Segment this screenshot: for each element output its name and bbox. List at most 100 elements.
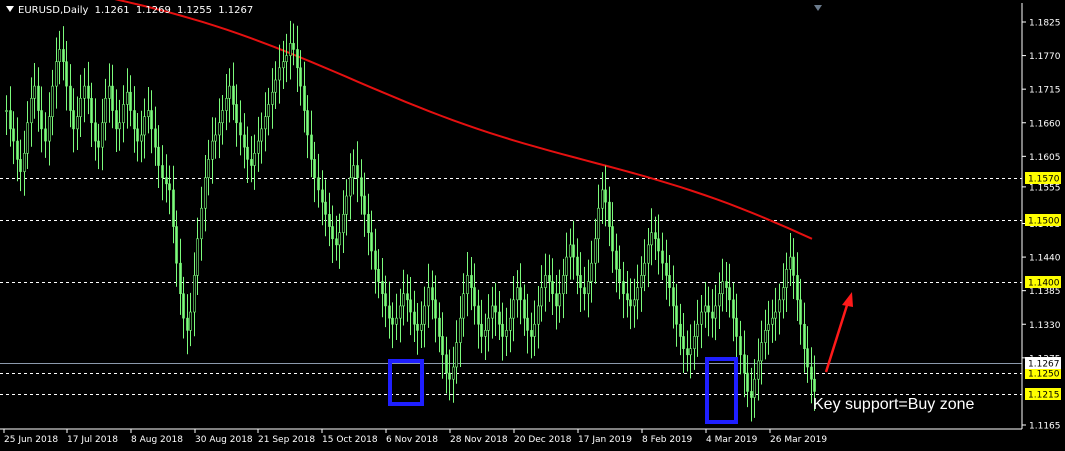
candle-body [5, 110, 8, 112]
candle-body [321, 189, 324, 203]
candle-body [399, 305, 402, 319]
x-tick-label-2: 8 Aug 2018 [131, 435, 183, 445]
candle-body [629, 299, 632, 307]
candle-body [665, 262, 668, 276]
candle-body [516, 287, 519, 301]
level-label-4: 1.1215 [1028, 391, 1060, 401]
candle-body [30, 98, 33, 124]
candle-body [360, 177, 363, 197]
candle-body [448, 372, 451, 380]
candle-body [569, 244, 572, 258]
candle-body [796, 275, 799, 301]
candle-body [165, 177, 168, 185]
candle-body [551, 281, 554, 295]
x-tick-label-10: 8 Feb 2019 [642, 435, 693, 445]
chevron-down-icon[interactable] [6, 6, 14, 12]
candle-body [728, 287, 731, 301]
candle-body [565, 256, 568, 276]
buy-zone-annotation: Key support=Buy zone [813, 396, 975, 413]
candle-body [526, 317, 529, 331]
candle-body [594, 238, 597, 264]
level-label-0: 1.1570 [1028, 175, 1060, 185]
candle-body [349, 177, 352, 197]
candle-body [544, 275, 547, 288]
candle-body [44, 128, 47, 142]
candle-body [204, 177, 207, 209]
candle-body [51, 85, 54, 117]
level-price-labels: 1.1570 1.1500 1.1400 1.1250 1.1215 1.1267 [1025, 172, 1061, 401]
support-zone-boxes [388, 357, 738, 424]
candle-body [484, 330, 487, 337]
candle-body [707, 305, 710, 313]
candle-body [324, 201, 327, 215]
candle-body [232, 85, 235, 105]
candle-body [704, 305, 707, 313]
candle-body [246, 146, 249, 160]
chart-area[interactable]: 1.1825 1.1770 1.1715 1.1660 1.1605 1.1555 1.14… [0, 0, 1065, 451]
candle-body [218, 122, 221, 136]
price-chart[interactable]: 1.1825 1.1770 1.1715 1.1660 1.1605 1.1555 1.14… [0, 0, 1065, 451]
candle-body [260, 128, 263, 142]
symbol-label: EURUSD,Daily [18, 5, 89, 16]
candle-body [696, 323, 699, 337]
candle-body [615, 250, 618, 270]
trend-arrow [824, 292, 853, 373]
candle-body [150, 110, 153, 130]
candle-body [438, 317, 441, 337]
candle-body [622, 281, 625, 295]
candle-body [441, 336, 444, 356]
candle-body [618, 268, 621, 282]
candle-body [477, 305, 480, 325]
candle-body [806, 348, 809, 368]
candle-body [118, 122, 121, 130]
candle-body [789, 256, 792, 270]
candle-body [462, 293, 465, 319]
candle-body [562, 275, 565, 295]
candle-body [803, 323, 806, 349]
close-price: 1.1267 [218, 5, 254, 16]
candle-body [296, 49, 299, 69]
open-price: 1.1261 [94, 5, 130, 16]
candle-body [686, 348, 689, 356]
candle-body [558, 293, 561, 307]
candle-body [643, 262, 646, 276]
candle-body [647, 244, 650, 264]
candle-body [267, 104, 270, 117]
candle-body [721, 281, 724, 295]
candle-body [494, 305, 497, 313]
ma-path [114, 0, 813, 240]
level-label-2: 1.1400 [1028, 279, 1060, 289]
candle-body [147, 110, 150, 117]
candle-body [338, 232, 341, 246]
candle-body [579, 275, 582, 288]
candle-body [583, 287, 586, 295]
candle-body [523, 299, 526, 319]
candle-body [182, 293, 185, 319]
candle-body [576, 256, 579, 276]
level-label-3: 1.1250 [1028, 370, 1060, 380]
candle-body [792, 256, 795, 276]
candle-body [221, 110, 224, 124]
candle-body [431, 287, 434, 301]
candle-body [633, 299, 636, 307]
candle-body [65, 61, 68, 87]
candle-body [196, 238, 199, 276]
y-tick-label-7: 1.1440 [1029, 254, 1061, 264]
candle-body [250, 159, 253, 166]
candle-body [601, 189, 604, 209]
candle-body [774, 311, 777, 319]
candle-body [367, 214, 370, 233]
x-axis-ticks: 25 Jun 2018 17 Jul 2018 8 Aug 2018 30 Aug 2… [3, 429, 827, 445]
candle-body [26, 122, 29, 154]
candle-body [661, 250, 664, 264]
candle-body [675, 305, 678, 325]
x-tick-label-5: 15 Oct 2018 [322, 435, 378, 445]
candle-body [509, 317, 512, 331]
candle-body [434, 299, 437, 319]
candle-body [668, 275, 671, 288]
x-tick-label-12: 26 Mar 2019 [770, 435, 827, 445]
candle-body [306, 110, 309, 136]
candle-body [693, 336, 696, 349]
y-tick-label-11: 1.1165 [1029, 422, 1061, 432]
candle-body [395, 317, 398, 325]
